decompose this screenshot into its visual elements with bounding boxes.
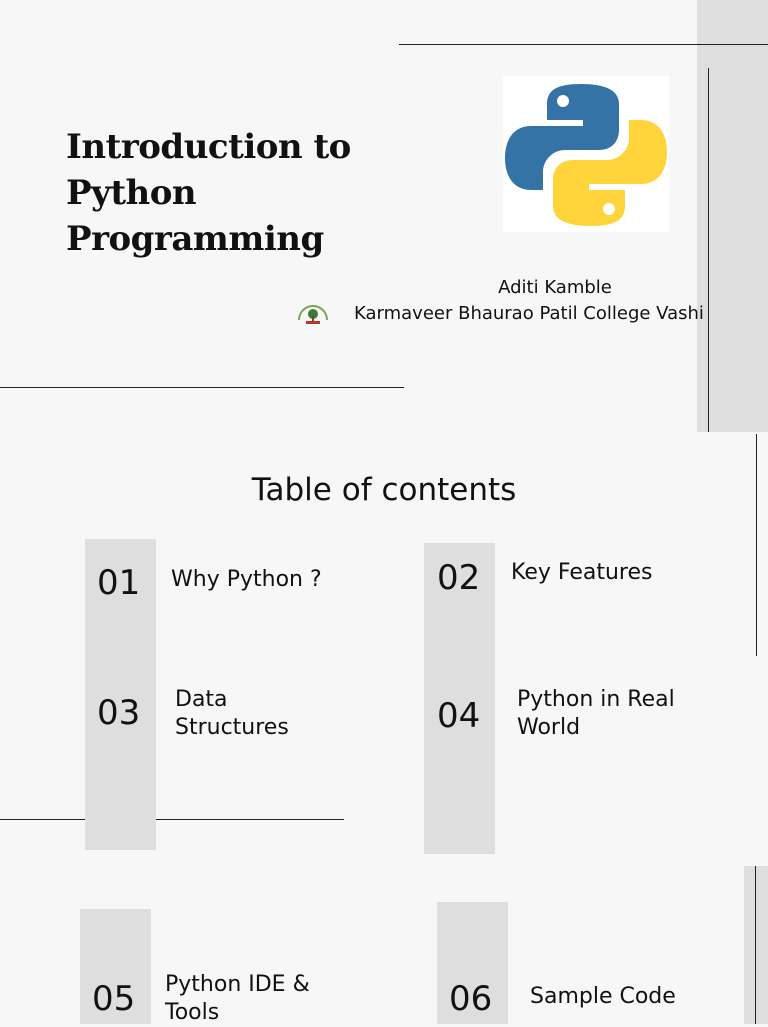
toc-number-05: 05 (92, 979, 136, 1019)
toc-number-06: 06 (449, 979, 493, 1019)
toc-number-03: 03 (97, 693, 141, 733)
toc-label-key-features[interactable]: Key Features (511, 559, 652, 587)
toc-label-line: Structures (175, 715, 289, 740)
toc-number-02: 02 (437, 558, 481, 598)
toc-label-why-python[interactable]: Why Python ? (171, 566, 322, 594)
toc-label-line: Python in Real (517, 687, 675, 712)
divider-line-middle (0, 387, 404, 388)
toc-label-line: World (517, 715, 581, 740)
divider-line-vertical-bottom (755, 866, 756, 1024)
toc-label-python-real-world[interactable]: Python in Real World (517, 686, 675, 742)
toc-number-01: 01 (97, 563, 141, 603)
slide-title-line2: Programming (66, 219, 324, 259)
divider-line-top (399, 44, 768, 45)
toc-label-data-structures[interactable]: Data Structures (175, 686, 289, 742)
divider-line-lower (0, 819, 344, 820)
toc-label-sample-code[interactable]: Sample Code (530, 983, 676, 1011)
toc-label-line: Tools (165, 1000, 220, 1025)
divider-line-vertical-right (756, 434, 757, 656)
python-logo-icon (503, 76, 669, 232)
college-name: Karmaveer Bhaurao Patil College Vashi (354, 303, 704, 324)
toc-label-line: Data (175, 687, 228, 712)
author-name: Aditi Kamble (498, 277, 612, 298)
toc-label-ide-tools[interactable]: Python IDE & Tools (165, 971, 310, 1027)
slide-title: Introduction to Python Programming (66, 124, 486, 262)
toc-number-04: 04 (437, 696, 481, 736)
divider-line-vertical-top (708, 68, 709, 432)
toc-label-line: Python IDE & (165, 972, 310, 997)
college-emblem-icon (296, 302, 330, 326)
slide-title-line1: Introduction to Python (66, 127, 351, 213)
toc-heading: Table of contents (251, 472, 517, 508)
right-decor-panel-bottom (744, 866, 768, 1024)
